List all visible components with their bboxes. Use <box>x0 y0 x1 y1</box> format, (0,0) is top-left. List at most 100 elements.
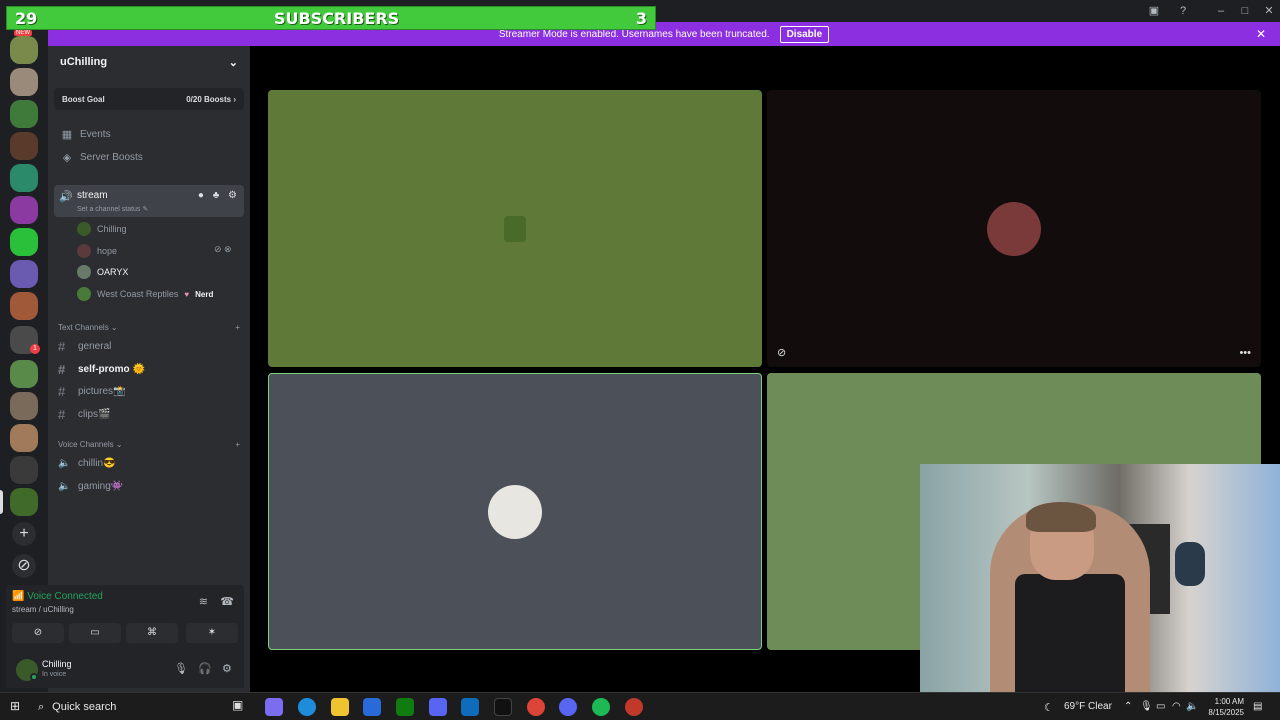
copilot-app-icon[interactable] <box>265 698 283 716</box>
file-explorer-app-icon[interactable] <box>331 698 349 716</box>
discord-app-icon[interactable] <box>559 698 577 716</box>
windows-taskbar: ⊞ ⌕ Quick search ▣ ☾ 69°F Clear ⌃ 🎙 ▭ ◠ … <box>0 692 1280 720</box>
voice-channels-category[interactable]: Voice Channels ⌄ + <box>58 440 240 449</box>
headphones-icon[interactable]: 🎧 <box>198 662 212 675</box>
text-channels-category[interactable]: Text Channels ⌄ + <box>58 323 240 332</box>
microphone-prop <box>1175 542 1205 586</box>
participant-tile[interactable]: ⊘ ••• <box>767 90 1261 367</box>
activities-button[interactable]: ⌘ <box>126 623 178 643</box>
maximize-icon[interactable]: □ <box>1238 4 1252 18</box>
user-panel: Chilling In voice 🎙 🎧 ⚙ <box>6 653 244 688</box>
notifications-icon[interactable]: ▤ <box>1253 701 1262 712</box>
spotify-app-icon[interactable] <box>592 698 610 716</box>
member-name: OARYX <box>97 267 129 277</box>
channel-clips[interactable]: # clips🎬 <box>58 404 110 424</box>
task-view-icon[interactable]: ▣ <box>232 698 250 716</box>
voice-member[interactable]: West Coast Reptiles ♥ Nerd <box>77 285 213 303</box>
server-header[interactable]: uChilling ⌄ <box>48 46 250 78</box>
voice-member[interactable]: hope <box>77 242 117 260</box>
wifi-icon[interactable]: ◠ <box>1172 701 1181 712</box>
taskbar-clock[interactable]: 1:00 AM 8/15/2025 <box>1200 696 1244 718</box>
voice-connected-title: 📶 Voice Connected <box>12 591 103 602</box>
noise-suppression-icon[interactable]: ≋ <box>199 595 208 608</box>
disable-streamer-mode-button[interactable]: Disable <box>779 25 830 43</box>
server-icon[interactable] <box>10 132 38 160</box>
outlook-app-icon[interactable] <box>461 698 479 716</box>
hash-icon: # <box>58 406 66 422</box>
edge-app-icon[interactable] <box>298 698 316 716</box>
voice-member[interactable]: Chilling <box>77 220 127 238</box>
app-icon[interactable] <box>429 698 447 716</box>
server-icon[interactable] <box>10 164 38 192</box>
weather-temp[interactable]: 69°F <box>1064 701 1085 712</box>
xbox-app-icon[interactable] <box>396 698 414 716</box>
server-icon[interactable] <box>10 360 38 388</box>
search-placeholder: Quick search <box>52 701 117 713</box>
streamer-hair <box>1026 502 1096 532</box>
add-server-icon[interactable]: + <box>12 522 36 546</box>
minimize-icon[interactable]: – <box>1214 4 1228 18</box>
chrome-app-icon[interactable] <box>527 698 545 716</box>
boost-goal-bar[interactable]: Boost Goal 0/20 Boosts › <box>54 88 244 110</box>
camera-off-button[interactable]: ⊘ <box>12 623 64 643</box>
inbox-icon[interactable]: ▣ <box>1147 4 1161 18</box>
participant-tile-speaking[interactable] <box>268 373 762 650</box>
voice-connected-location[interactable]: stream / uChilling <box>12 605 74 614</box>
participant-tile[interactable] <box>268 90 762 367</box>
close-banner-icon[interactable]: ✕ <box>1256 27 1266 41</box>
channel-actions[interactable]: ● ♣ ⚙ <box>198 190 240 201</box>
server-icon[interactable] <box>10 424 38 452</box>
taskbar-search[interactable]: ⌕ Quick search <box>32 696 222 718</box>
screen-share-button[interactable]: ▭ <box>69 623 121 643</box>
discover-icon[interactable]: ⊘ <box>12 554 36 578</box>
obs-app-icon[interactable] <box>625 698 643 716</box>
voice-member[interactable]: OARYX <box>77 263 128 281</box>
microphone-tray-icon[interactable]: 🎙 <box>1140 701 1153 712</box>
server-icon-active[interactable] <box>10 488 38 516</box>
more-options-icon[interactable]: ••• <box>1239 347 1251 359</box>
speaker-icon: 🔈 <box>58 457 71 469</box>
voice-channel-chillin[interactable]: 🔈 chillin😎 <box>58 453 115 473</box>
settings-gear-icon[interactable]: ⚙ <box>222 662 232 675</box>
channel-self-promo[interactable]: # self-promo 🌞 <box>58 359 145 379</box>
unread-badge: 1 <box>30 344 40 354</box>
server-icon[interactable] <box>10 228 38 256</box>
weather-desc[interactable]: Clear <box>1088 701 1112 712</box>
server-icon[interactable] <box>10 68 38 96</box>
microphone-icon[interactable]: 🎙 <box>174 662 188 675</box>
server-icon[interactable] <box>10 456 38 484</box>
server-icon[interactable] <box>10 36 38 64</box>
chevron-up-icon[interactable]: ⌃ <box>1124 701 1132 712</box>
tiktok-app-icon[interactable] <box>494 698 512 716</box>
voice-channel-stream[interactable]: 🔊 stream Set a channel status ✎ ● ♣ ⚙ <box>54 185 244 217</box>
voice-channels-header: Voice Channels ⌄ <box>58 440 123 449</box>
streamer-shirt <box>1015 574 1125 694</box>
soundboard-button[interactable]: ✶ <box>186 623 238 643</box>
channel-general[interactable]: # general <box>58 336 111 356</box>
store-app-icon[interactable] <box>363 698 381 716</box>
server-icon[interactable] <box>10 292 38 320</box>
disconnect-icon[interactable]: ☎ <box>220 595 234 608</box>
volume-icon[interactable]: 🔈 <box>1186 701 1198 712</box>
server-icon[interactable] <box>10 196 38 224</box>
help-icon[interactable]: ? <box>1176 4 1190 18</box>
subscribers-overlay: 29 SUBSCRIBERS 3 <box>6 6 656 30</box>
channel-status[interactable]: Set a channel status ✎ <box>77 205 148 213</box>
subscribers-left-count: 29 <box>15 8 38 28</box>
server-icon[interactable] <box>10 392 38 420</box>
add-channel-icon[interactable]: + <box>235 440 240 449</box>
channel-pictures[interactable]: # pictures📸 <box>58 381 125 401</box>
network-icon[interactable]: ▭ <box>1156 701 1165 712</box>
webcam-overlay <box>920 464 1280 694</box>
server-icon[interactable] <box>10 260 38 288</box>
hash-icon: # <box>58 361 66 377</box>
voice-channel-gaming[interactable]: 🔈 gaming👾 <box>58 476 123 496</box>
add-channel-icon[interactable]: + <box>235 323 240 332</box>
close-window-icon[interactable]: ✕ <box>1262 4 1276 18</box>
windows-start-icon[interactable]: ⊞ <box>10 699 20 713</box>
channel-label: self-promo 🌞 <box>78 363 145 375</box>
events-link[interactable]: ▦ Events <box>56 124 244 144</box>
server-icon[interactable] <box>10 100 38 128</box>
avatar <box>77 265 91 279</box>
server-boosts-link[interactable]: ◈ Server Boosts <box>56 147 244 167</box>
